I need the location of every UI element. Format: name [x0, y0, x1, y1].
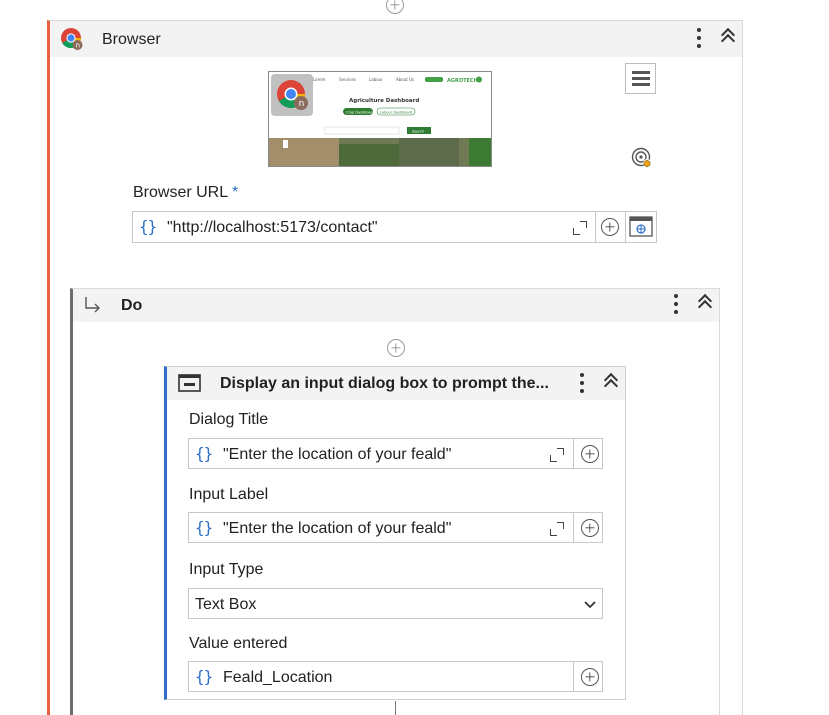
- expression-brace-icon: {}: [139, 217, 157, 236]
- browser-url-window-button[interactable]: [626, 211, 657, 243]
- dialog-title-value[interactable]: "Enter the location of your feald": [223, 446, 451, 464]
- browser-window-icon: [629, 216, 653, 237]
- do-header[interactable]: [73, 289, 719, 322]
- expand-editor-icon[interactable]: [550, 448, 564, 462]
- thumbnail-app-badge-icon: n: [271, 74, 313, 116]
- dialog-title-add-icon[interactable]: [581, 445, 599, 463]
- dialog-window-icon: [178, 373, 202, 393]
- dialog-collapse-icon[interactable]: [603, 372, 619, 394]
- dialog-title-label: Dialog Title: [189, 411, 269, 428]
- add-activity-top-icon[interactable]: [386, 0, 404, 14]
- value-entered-label: Value entered: [189, 635, 288, 652]
- thumbnail-button-1: Crop Dashboard: [346, 111, 374, 115]
- expression-brace-icon: {}: [195, 444, 213, 463]
- input-label-value[interactable]: "Enter the location of your feald": [223, 520, 451, 538]
- thumbnail-search-button: Search: [412, 130, 424, 134]
- browser-url-label: Browser URL *: [133, 184, 239, 201]
- thumbnail-nav-4: About Us: [396, 77, 414, 82]
- thumbnail-button-2: Labour Dashboard: [380, 111, 412, 115]
- browser-url-add-button[interactable]: [596, 211, 626, 243]
- thumbnail-nav-2: Services: [339, 77, 356, 82]
- input-label-add-icon[interactable]: [581, 519, 599, 537]
- thumbnail-nav-3: Labour: [369, 77, 383, 82]
- dialog-more-options-icon[interactable]: [575, 372, 589, 394]
- do-title: Do: [121, 297, 143, 314]
- input-type-label: Input Type: [189, 561, 264, 578]
- svg-text:n: n: [76, 42, 80, 50]
- dialog-title-field[interactable]: {} "Enter the location of your feald": [188, 438, 603, 469]
- expression-brace-icon: {}: [195, 667, 213, 686]
- svg-text:n: n: [299, 99, 305, 109]
- target-element-icon[interactable]: [631, 147, 653, 169]
- browser-activity-title: Browser: [102, 31, 161, 48]
- do-collapse-icon[interactable]: [697, 293, 713, 315]
- input-label-label: Input Label: [189, 486, 269, 503]
- expression-brace-icon: {}: [195, 518, 213, 537]
- chrome-icon: n: [60, 27, 84, 51]
- expand-editor-icon[interactable]: [550, 522, 564, 536]
- thumbnail-page-title: Agriculture Dashboard: [349, 98, 419, 104]
- value-entered-field[interactable]: {} Feald_Location: [188, 661, 603, 692]
- plus-icon: [601, 218, 619, 236]
- chevron-down-icon[interactable]: [583, 600, 597, 610]
- thumbnail-brand: AGROTECH: [447, 78, 478, 84]
- value-entered-add-icon[interactable]: [581, 668, 599, 686]
- browser-url-field[interactable]: {} "http://localhost:5173/contact": [132, 211, 596, 243]
- value-entered-value[interactable]: Feald_Location: [223, 669, 332, 687]
- browser-menu-icon[interactable]: [625, 63, 656, 94]
- input-dialog-title: Display an input dialog box to prompt th…: [220, 375, 549, 392]
- browser-collapse-icon[interactable]: [720, 27, 736, 49]
- input-type-select[interactable]: Text Box: [188, 588, 603, 619]
- input-type-value: Text Box: [195, 596, 257, 613]
- input-label-field[interactable]: {} "Enter the location of your feald": [188, 512, 603, 543]
- expand-editor-icon[interactable]: [573, 221, 587, 235]
- browser-more-options-icon[interactable]: [692, 27, 706, 49]
- browser-url-value[interactable]: "http://localhost:5173/contact": [167, 219, 378, 237]
- connector-line: [395, 701, 396, 715]
- thumbnail-nav-1: Lorem: [313, 77, 326, 82]
- do-more-options-icon[interactable]: [669, 293, 683, 315]
- do-branch-icon: [83, 295, 103, 315]
- add-activity-do-icon[interactable]: [387, 339, 405, 357]
